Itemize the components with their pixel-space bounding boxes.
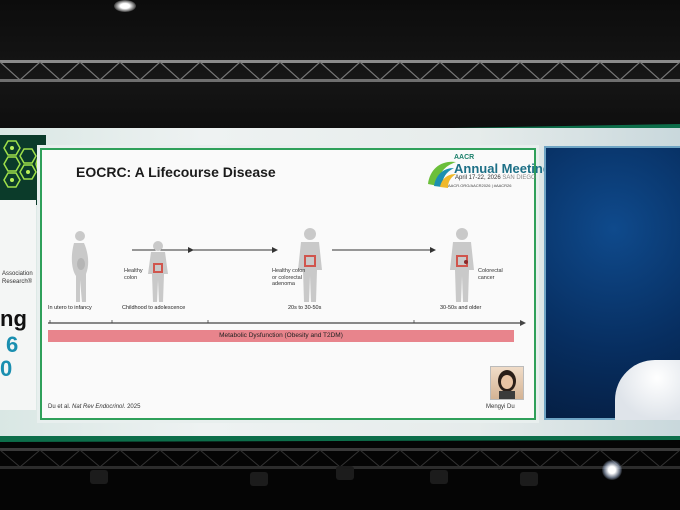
stage-1-label: In utero to infancy — [48, 305, 92, 311]
presentation-slide: EOCRC: A Lifecourse Disease AACR Annual … — [40, 148, 551, 420]
slide-title: EOCRC: A Lifecourse Disease — [76, 164, 276, 180]
stage-2-label: Childhood to adolescence — [122, 305, 186, 311]
logo-event: Annual Meeting — [454, 161, 551, 176]
figure-4-label: Colorectal cancer — [478, 268, 503, 281]
stage-light — [250, 472, 268, 486]
presenter-name: Mengyi Du — [486, 404, 515, 410]
stage-light — [520, 472, 538, 486]
year-fragment-1: 6 — [6, 332, 19, 357]
logo-dates: April 17-22, 2026 SAN DIEGO — [455, 175, 536, 181]
arrow-3-icon — [332, 247, 436, 253]
stage-4-label: 30-50s and older — [440, 305, 482, 311]
left-info-panel: Association Research® ng 6 0 — [0, 200, 36, 410]
ceiling-light — [114, 0, 136, 12]
lighting-truss-top — [0, 60, 680, 82]
stage-3-label: 20s to 30-50s — [288, 305, 322, 311]
presenter-photo — [490, 366, 524, 400]
timeline-arrow-icon — [48, 320, 526, 326]
org-line-1: Association — [2, 271, 33, 277]
stage-light — [430, 470, 448, 484]
figure-2-label: Healthy colon — [124, 268, 143, 281]
figure-infant-icon — [71, 231, 89, 302]
word-fragment: ng — [0, 306, 27, 331]
figure-adult-icon — [450, 228, 474, 302]
figure-3-label: Healthy colon or colorectal adenoma — [272, 268, 306, 287]
logo-hashtag: AACR.ORG/AACR2026 | #AACR26 — [448, 183, 512, 188]
stage-light — [336, 466, 354, 480]
light-flare — [602, 460, 622, 480]
org-line-2: Research® — [2, 279, 33, 285]
arrow-2-icon — [178, 247, 278, 253]
stage-light — [90, 470, 108, 484]
logo-org: AACR — [454, 154, 475, 161]
year-fragment-2: 0 — [0, 356, 13, 381]
band-label: Metabolic Dysfunction (Obesity and T2DM) — [219, 332, 343, 339]
citation: Du et al. Nat Rev Endocrinol. 2025 — [48, 404, 141, 410]
figure-young-adult-icon — [298, 228, 322, 302]
